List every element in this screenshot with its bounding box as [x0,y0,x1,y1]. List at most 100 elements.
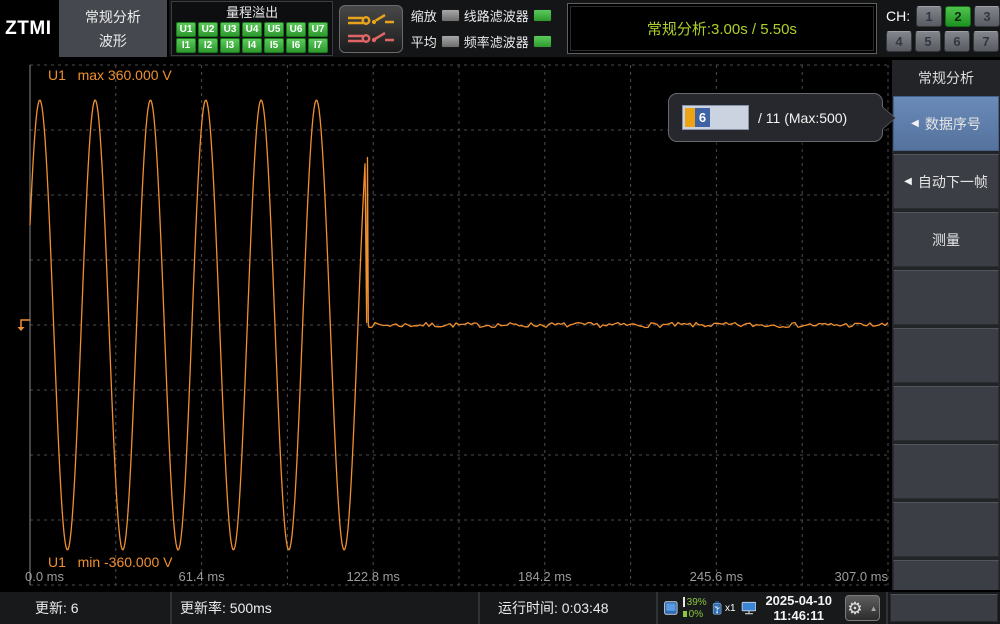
sidebar-empty-panel-3 [893,270,999,325]
data-index-popup: 6 / 11 (Max:500) [668,93,883,142]
left-arrow-icon: ◀ [911,118,919,129]
sidebar-items: ◀ 数据序号 ◀ 自动下一帧测量 [892,96,1000,590]
date-text: 2025-04-10 [765,593,832,608]
sidebar-empty-panel-7 [893,502,999,557]
average-indicator [441,35,460,48]
tab-normal-analysis-waveform[interactable]: 常规分析 波形 [57,0,169,57]
tab-label-line1: 常规分析 [85,7,141,27]
overflow-badge-i1: I1 [176,38,196,53]
channel-button-2[interactable]: 2 [945,6,971,27]
channel-button-5[interactable]: 5 [915,31,941,52]
wiring-button[interactable] [339,5,403,53]
system-status-section: 39% 0% x1 2025-04-10 11:46:11 ⚙ ▲ [658,592,888,624]
overflow-badge-i2: I2 [198,38,218,53]
overflow-badge-u1: U1 [176,22,196,37]
time-tick-0: 0.0 ms [25,569,64,584]
channel-button-3[interactable]: 3 [974,6,1000,27]
storage-icon [664,596,678,620]
channel-button-4[interactable]: 4 [886,31,912,52]
zoom-indicator [441,9,460,22]
storage-usage: 39% 0% [683,597,707,620]
sidebar-item-label: 测量 [932,230,960,250]
sidebar-item-1[interactable]: ◀ 自动下一帧 [893,154,999,209]
overflow-badge-u2: U2 [198,22,218,37]
overflow-badge-u6: U6 [286,22,306,37]
gear-icon: ⚙ [847,600,862,617]
channel-button-7[interactable]: 7 [973,31,999,52]
update-count: 更新: 6 [0,592,172,624]
popup-pointer [881,106,895,130]
channel-button-6[interactable]: 6 [944,31,970,52]
channel-label: CH: [886,8,913,24]
overflow-badge-i6: I6 [286,38,306,53]
u-badge-row: U1U2U3U4U5U6U7 [176,22,328,37]
i-badge-row: I1I2I3I4I5I6I7 [176,38,328,53]
spinner-handle[interactable] [685,108,695,127]
overflow-badge-i3: I3 [220,38,240,53]
channel-button-1[interactable]: 1 [916,6,942,27]
zoom-label: 缩放 [411,6,437,25]
network-monitor-icon [741,596,757,620]
wiring-button-wrap [335,0,407,57]
input-empty-space [710,108,746,127]
freq-filter-indicator [533,35,552,48]
freq-filter-label: 频率滤波器 [464,32,529,51]
sidebar-empty-panel-6 [893,444,999,499]
usage-top: 39% [687,597,707,608]
usb-count: x1 [725,603,736,614]
usb-icon [712,595,722,621]
wiring-diagram-icon [345,10,397,48]
u1-min-readout: U1 min -360.000 V [48,554,173,570]
data-index-input[interactable]: 6 [682,105,749,130]
sidebar-empty-panel-8 [893,560,999,590]
sidebar-item-2[interactable]: 测量 [893,212,999,267]
settings-button[interactable]: ⚙ ▲ [845,595,880,621]
sidebar-empty-panel-5 [893,386,999,441]
sidebar-item-0[interactable]: ◀ 数据序号 [893,96,999,151]
status-bar: 更新: 6 更新率: 500ms 运行时间: 0:03:48 39% 0% x1… [0,590,1000,624]
tab-label-line2: 波形 [99,31,127,51]
sidebar-item-label: 自动下一帧 [918,172,988,192]
overflow-badge-u3: U3 [220,22,240,37]
channel-selector: CH: 123 4567 [880,0,1000,57]
statusbar-empty-panel [890,594,998,622]
usage-bar-icon [683,597,685,607]
left-arrow-icon: ◀ [904,176,912,187]
line-filter-label: 线路滤波器 [464,6,529,25]
range-overflow-title: 量程溢出 [226,4,278,21]
time-tick-2: 122.8 ms [346,569,399,584]
run-time: 运行时间: 0:03:48 [480,592,658,624]
data-index-max-text: / 11 (Max:500) [758,110,847,126]
analysis-time-display: 常规分析:3.00s / 5.50s [567,3,877,54]
sidebar-item-label: 数据序号 [925,114,981,134]
average-label: 平均 [411,32,437,51]
channel-row-2: 4567 [886,31,1000,52]
usage-bar2-icon [683,611,687,617]
triangle-up-icon: ▲ [870,604,878,613]
top-bar: ZTMI 常规分析 波形 量程溢出 U1U2U3U4U5U6U7 I1I2I3I… [0,0,1000,60]
time-tick-3: 184.2 ms [518,569,571,584]
time-text: 11:46:11 [765,608,832,623]
time-tick-1: 61.4 ms [178,569,224,584]
sidebar-menu: 常规分析 ◀ 数据序号 ◀ 自动下一帧测量 [892,60,1000,590]
data-index-value: 6 [695,108,710,127]
statusbar-empty-section [888,592,1000,624]
overflow-badge-i4: I4 [242,38,262,53]
brand-logo: ZTMI [0,0,57,57]
channel-row-1: CH: 123 [886,6,1000,27]
sidebar-header: 常规分析 [892,60,1000,96]
time-tick-5: 307.0 ms [835,569,888,584]
sidebar-empty-panel-4 [893,328,999,383]
overflow-badge-i7: I7 [308,38,328,53]
overflow-badge-i5: I5 [264,38,284,53]
time-tick-4: 245.6 ms [690,569,743,584]
line-filter-indicator [533,9,552,22]
datetime-display: 2025-04-10 11:46:11 [765,593,832,623]
range-overflow-panel: 量程溢出 U1U2U3U4U5U6U7 I1I2I3I4I5I6I7 [171,1,333,56]
usage-bottom: 0% [689,609,703,620]
overflow-badge-u4: U4 [242,22,262,37]
filters-panel: 缩放 线路滤波器 平均 频率滤波器 [407,0,564,57]
update-rate: 更新率: 500ms [172,592,480,624]
overflow-badge-u5: U5 [264,22,284,37]
overflow-badge-u7: U7 [308,22,328,37]
